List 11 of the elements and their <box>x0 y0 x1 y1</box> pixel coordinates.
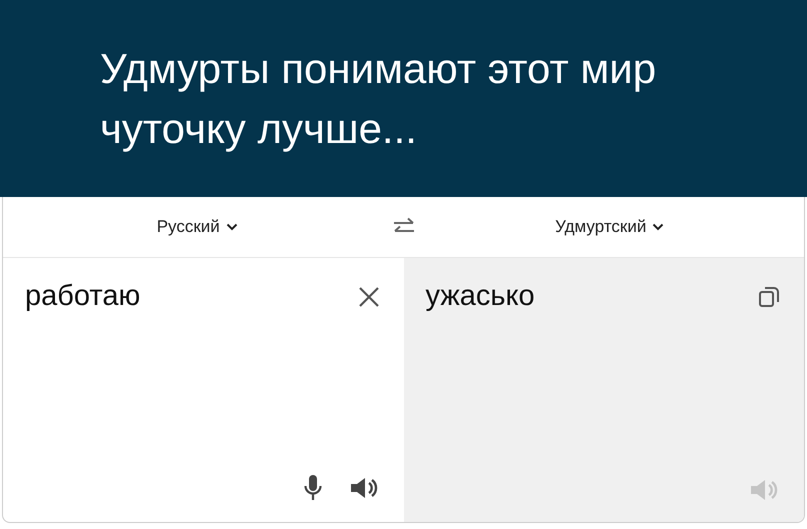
chevron-down-icon <box>652 223 664 231</box>
source-text[interactable]: работаю <box>25 280 140 313</box>
source-language-dropdown[interactable]: Русский <box>152 213 242 241</box>
close-icon[interactable] <box>358 286 380 308</box>
chevron-down-icon <box>226 223 238 231</box>
speaker-icon[interactable] <box>350 476 380 500</box>
translation-text: ужасько <box>426 280 535 313</box>
target-language-dropdown[interactable]: Удмуртский <box>551 213 668 241</box>
copy-icon[interactable] <box>758 286 780 308</box>
microphone-icon[interactable] <box>304 474 322 502</box>
banner-title: Удмурты понимают этот мир чуточку лучше... <box>100 44 658 154</box>
